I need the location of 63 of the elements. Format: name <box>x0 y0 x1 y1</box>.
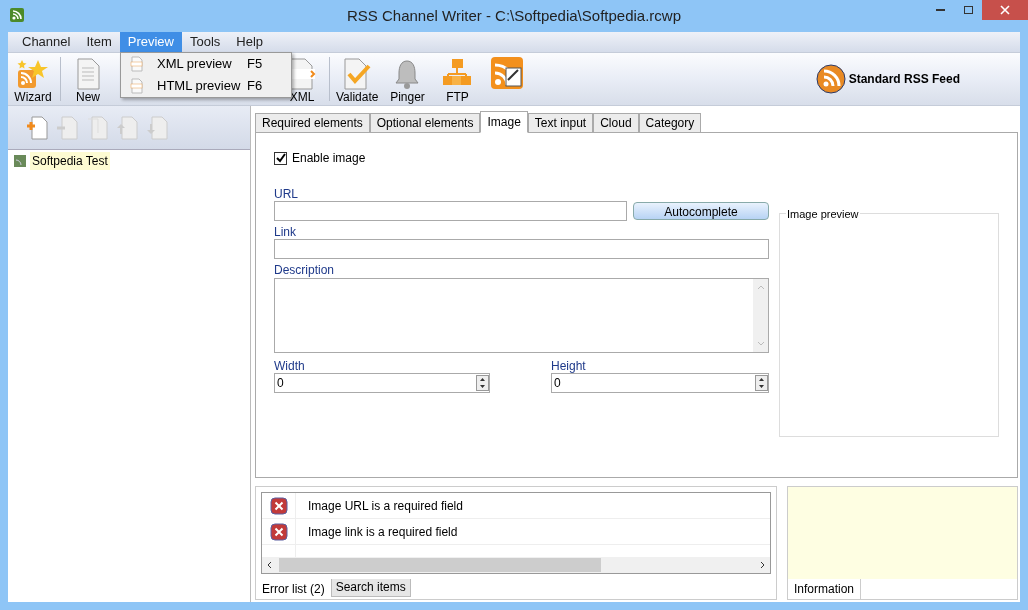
scroll-right-icon[interactable] <box>759 561 767 569</box>
tab[interactable]: Text input <box>527 113 594 132</box>
shortcut-label: F5 <box>247 55 263 74</box>
toolbar-button[interactable]: New <box>63 54 113 104</box>
menu-item[interactable]: Tools <box>182 32 229 52</box>
number-field[interactable]: 0 <box>274 373 490 393</box>
move-up-icon[interactable] <box>116 115 140 140</box>
autocomplete-button[interactable]: Autocomplete <box>633 202 769 220</box>
toolbar-button[interactable]: Wizard <box>8 54 58 104</box>
checkbox-label: Enable image <box>292 150 366 167</box>
scroll-down-icon[interactable] <box>756 340 765 348</box>
menu-item-label: HTML preview <box>157 77 242 96</box>
document-icon <box>74 58 102 90</box>
add-document-icon[interactable] <box>26 115 50 140</box>
enable-image-checkbox[interactable] <box>274 151 287 165</box>
menu-item-label: XML preview <box>157 55 233 74</box>
scroll-left-icon[interactable] <box>265 561 273 569</box>
horizontal-scrollbar[interactable] <box>262 557 770 573</box>
menu-item[interactable]: Channel <box>14 32 79 52</box>
remove-document-icon[interactable] <box>56 115 80 140</box>
menu-item[interactable]: Help <box>228 32 272 52</box>
error-icon <box>269 496 288 515</box>
tab[interactable]: Search items <box>330 579 411 597</box>
rss-app-icon <box>10 8 24 22</box>
menu-item[interactable]: HTML preview F6 <box>121 75 291 97</box>
copy-document-icon[interactable] <box>86 115 110 140</box>
stars-icon <box>16 58 50 90</box>
rss-edit-icon <box>490 56 525 90</box>
tree-item[interactable]: Softpedia Test <box>30 152 110 170</box>
toolbar-button[interactable]: FTP <box>432 54 483 104</box>
toolbar-button[interactable]: Pinger <box>382 54 433 104</box>
feed-type-label: Standard RSS Feed <box>848 71 960 88</box>
spinner-icon[interactable] <box>755 375 768 391</box>
field-label: Height <box>551 358 587 373</box>
description-field[interactable] <box>274 278 769 353</box>
field-label: Width <box>274 358 306 373</box>
move-down-icon[interactable] <box>146 115 170 140</box>
url-field[interactable] <box>274 201 627 221</box>
tab[interactable]: Category <box>638 113 702 132</box>
error-message: Image link is a required field <box>307 523 458 541</box>
toolbar-button[interactable]: Validate <box>332 54 383 104</box>
window-title: RSS Channel Writer - C:\Softpedia\Softpedia.rcwp <box>345 5 682 26</box>
tab[interactable]: Required elements <box>255 113 370 132</box>
document-icon <box>129 56 145 72</box>
shortcut-label: F6 <box>247 77 263 96</box>
document-icon <box>129 78 145 94</box>
error-icon <box>269 522 288 541</box>
menu-item[interactable]: Item <box>78 32 120 52</box>
rss-feed-icon <box>815 64 846 94</box>
field-label: URL <box>274 186 299 201</box>
tab[interactable]: Optional elements <box>369 113 481 132</box>
number-field[interactable]: 0 <box>551 373 769 393</box>
tab[interactable]: Image <box>480 111 528 133</box>
scrollbar[interactable] <box>753 279 768 352</box>
spinner-icon[interactable] <box>476 375 489 391</box>
link-field[interactable] <box>274 239 769 259</box>
error-message: Image URL is a required field <box>307 497 463 515</box>
field-label: Description <box>274 262 336 278</box>
scroll-up-icon[interactable] <box>756 283 765 291</box>
feed-icon <box>14 155 26 167</box>
menu-item[interactable]: XML preview F5 <box>121 53 291 75</box>
field-label: Link <box>274 224 297 239</box>
tab[interactable]: Cloud <box>593 113 639 132</box>
